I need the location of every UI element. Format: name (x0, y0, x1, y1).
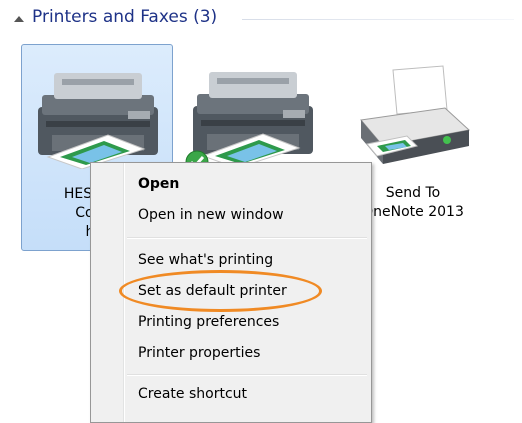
menu-item-see-whats-printing[interactable]: See what's printing (138, 252, 273, 268)
menu-item-printing-preferences[interactable]: Printing preferences (138, 314, 279, 330)
menu-item-create-shortcut[interactable]: Create shortcut (138, 386, 247, 402)
group-title: Printers and Faxes (3) (32, 7, 218, 27)
inkjet-printer-icon (360, 65, 471, 164)
menu-item-open-in-new-window[interactable]: Open in new window (138, 207, 284, 223)
multifunction-printer-icon (38, 73, 158, 169)
annotation-highlight-ellipse (119, 270, 322, 312)
menu-item-printer-properties[interactable]: Printer properties (138, 345, 260, 361)
collapse-arrow-icon[interactable] (14, 16, 24, 22)
menu-item-open[interactable]: Open (138, 176, 179, 192)
menu-separator (127, 374, 367, 376)
menu-separator (127, 237, 367, 239)
group-divider (242, 19, 514, 20)
group-header[interactable]: Printers and Faxes (3) (14, 6, 514, 32)
